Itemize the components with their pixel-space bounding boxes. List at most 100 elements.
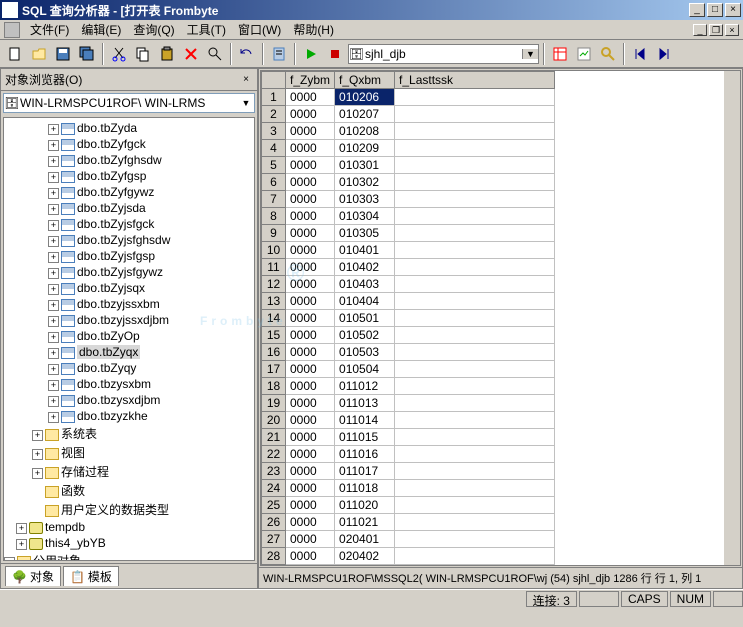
table-row[interactable]: 210000011015 [262, 429, 555, 446]
tree-item-table[interactable]: +dbo.tbZyjsfghsdw [48, 232, 254, 248]
cell[interactable]: 0000 [286, 157, 335, 174]
row-header[interactable]: 26 [262, 514, 286, 531]
row-header[interactable]: 13 [262, 293, 286, 310]
cell[interactable]: 0000 [286, 106, 335, 123]
cell[interactable] [395, 531, 555, 548]
menu-file[interactable]: 文件(F) [24, 19, 75, 40]
tree-item-table[interactable]: +dbo.tbZyjsqx [48, 280, 254, 296]
tree-item-table[interactable]: +dbo.tbZyfgck [48, 136, 254, 152]
table-row[interactable]: 220000011016 [262, 446, 555, 463]
tree-item-table[interactable]: +dbo.tbZyfgywz [48, 184, 254, 200]
close-button[interactable]: × [725, 3, 741, 17]
column-header[interactable]: f_Zybm [286, 72, 335, 89]
table-row[interactable]: 190000011013 [262, 395, 555, 412]
column-header[interactable]: f_Qxbm [335, 72, 395, 89]
cell[interactable]: 010403 [335, 276, 395, 293]
cell[interactable]: 0000 [286, 276, 335, 293]
table-row[interactable]: 20000010207 [262, 106, 555, 123]
save-button[interactable] [52, 43, 74, 65]
row-header[interactable]: 8 [262, 208, 286, 225]
cell[interactable] [395, 106, 555, 123]
save-all-button[interactable] [76, 43, 98, 65]
dropdown-icon[interactable]: ▼ [238, 98, 254, 108]
vertical-scrollbar[interactable] [724, 71, 740, 565]
menu-tools[interactable]: 工具(T) [181, 19, 232, 40]
mdi-restore-button[interactable]: ❐ [709, 24, 723, 36]
cell[interactable]: 011018 [335, 480, 395, 497]
cell[interactable]: 0000 [286, 446, 335, 463]
tree-item-database[interactable]: +this4_ybYB [16, 535, 254, 551]
cell[interactable] [395, 463, 555, 480]
cell[interactable] [395, 446, 555, 463]
tree-item-table[interactable]: +dbo.tbZyqy [48, 360, 254, 376]
cell[interactable]: 010302 [335, 174, 395, 191]
tree-item-folder[interactable]: 函数 [32, 481, 254, 500]
cell[interactable]: 010305 [335, 225, 395, 242]
table-row[interactable]: 150000010502 [262, 327, 555, 344]
object-browser-button[interactable] [597, 43, 619, 65]
cell[interactable]: 010401 [335, 242, 395, 259]
cell[interactable] [395, 344, 555, 361]
row-header[interactable]: 12 [262, 276, 286, 293]
row-header[interactable]: 11 [262, 259, 286, 276]
tree-item-table[interactable]: +dbo.tbZyqx [48, 344, 254, 360]
cell[interactable]: 010404 [335, 293, 395, 310]
row-header[interactable]: 24 [262, 480, 286, 497]
execute-button[interactable] [300, 43, 322, 65]
cell[interactable]: 011021 [335, 514, 395, 531]
cell[interactable]: 0000 [286, 378, 335, 395]
expand-icon[interactable]: + [48, 316, 59, 327]
cell[interactable]: 011013 [335, 395, 395, 412]
expand-icon[interactable]: + [48, 284, 59, 295]
mdi-minimize-button[interactable]: _ [693, 24, 707, 36]
pane-close-button[interactable]: × [239, 74, 253, 85]
cell[interactable]: 011020 [335, 497, 395, 514]
tree-item-table[interactable]: +dbo.tbZyjsda [48, 200, 254, 216]
database-combo[interactable]: 🗄 ▼ [348, 44, 539, 64]
cell[interactable]: 010207 [335, 106, 395, 123]
cell[interactable] [395, 293, 555, 310]
table-row[interactable]: 170000010504 [262, 361, 555, 378]
cell[interactable]: 0000 [286, 548, 335, 565]
expand-icon[interactable]: + [48, 124, 59, 135]
row-header[interactable]: 25 [262, 497, 286, 514]
row-header[interactable]: 7 [262, 191, 286, 208]
table-row[interactable]: 120000010403 [262, 276, 555, 293]
tree-item-folder[interactable]: +存储过程 [32, 462, 254, 481]
table-row[interactable]: 160000010503 [262, 344, 555, 361]
cell[interactable]: 010303 [335, 191, 395, 208]
expand-icon[interactable]: + [16, 523, 27, 534]
cell[interactable]: 010502 [335, 327, 395, 344]
cell[interactable]: 010503 [335, 344, 395, 361]
tree-item-table[interactable]: +dbo.tbzysxdjbm [48, 392, 254, 408]
show-plan-button[interactable] [573, 43, 595, 65]
table-row[interactable]: 290000020403 [262, 565, 555, 567]
expand-icon[interactable]: + [48, 268, 59, 279]
tree-item-table[interactable]: +dbo.tbZyfghsdw [48, 152, 254, 168]
cell[interactable] [395, 395, 555, 412]
expand-icon[interactable]: − [4, 557, 15, 561]
cell[interactable] [395, 412, 555, 429]
menu-edit[interactable]: 编辑(E) [75, 19, 127, 40]
tree-item-folder[interactable]: 用户定义的数据类型 [32, 500, 254, 519]
cell[interactable] [395, 140, 555, 157]
cell[interactable] [395, 429, 555, 446]
row-header[interactable]: 17 [262, 361, 286, 378]
row-header[interactable]: 9 [262, 225, 286, 242]
cell[interactable]: 0000 [286, 344, 335, 361]
tab-objects[interactable]: 🌳对象 [5, 566, 61, 586]
table-row[interactable]: 260000011021 [262, 514, 555, 531]
cell[interactable] [395, 89, 555, 106]
cell[interactable]: 0000 [286, 497, 335, 514]
table-row[interactable]: 240000011018 [262, 480, 555, 497]
cell[interactable] [395, 276, 555, 293]
cell[interactable] [395, 497, 555, 514]
menu-window[interactable]: 窗口(W) [232, 19, 287, 40]
expand-icon[interactable]: + [48, 188, 59, 199]
cell[interactable]: 020403 [335, 565, 395, 567]
row-header[interactable]: 22 [262, 446, 286, 463]
row-header[interactable]: 3 [262, 123, 286, 140]
expand-icon[interactable]: + [48, 300, 59, 311]
minimize-button[interactable]: _ [689, 3, 705, 17]
row-header[interactable]: 21 [262, 429, 286, 446]
